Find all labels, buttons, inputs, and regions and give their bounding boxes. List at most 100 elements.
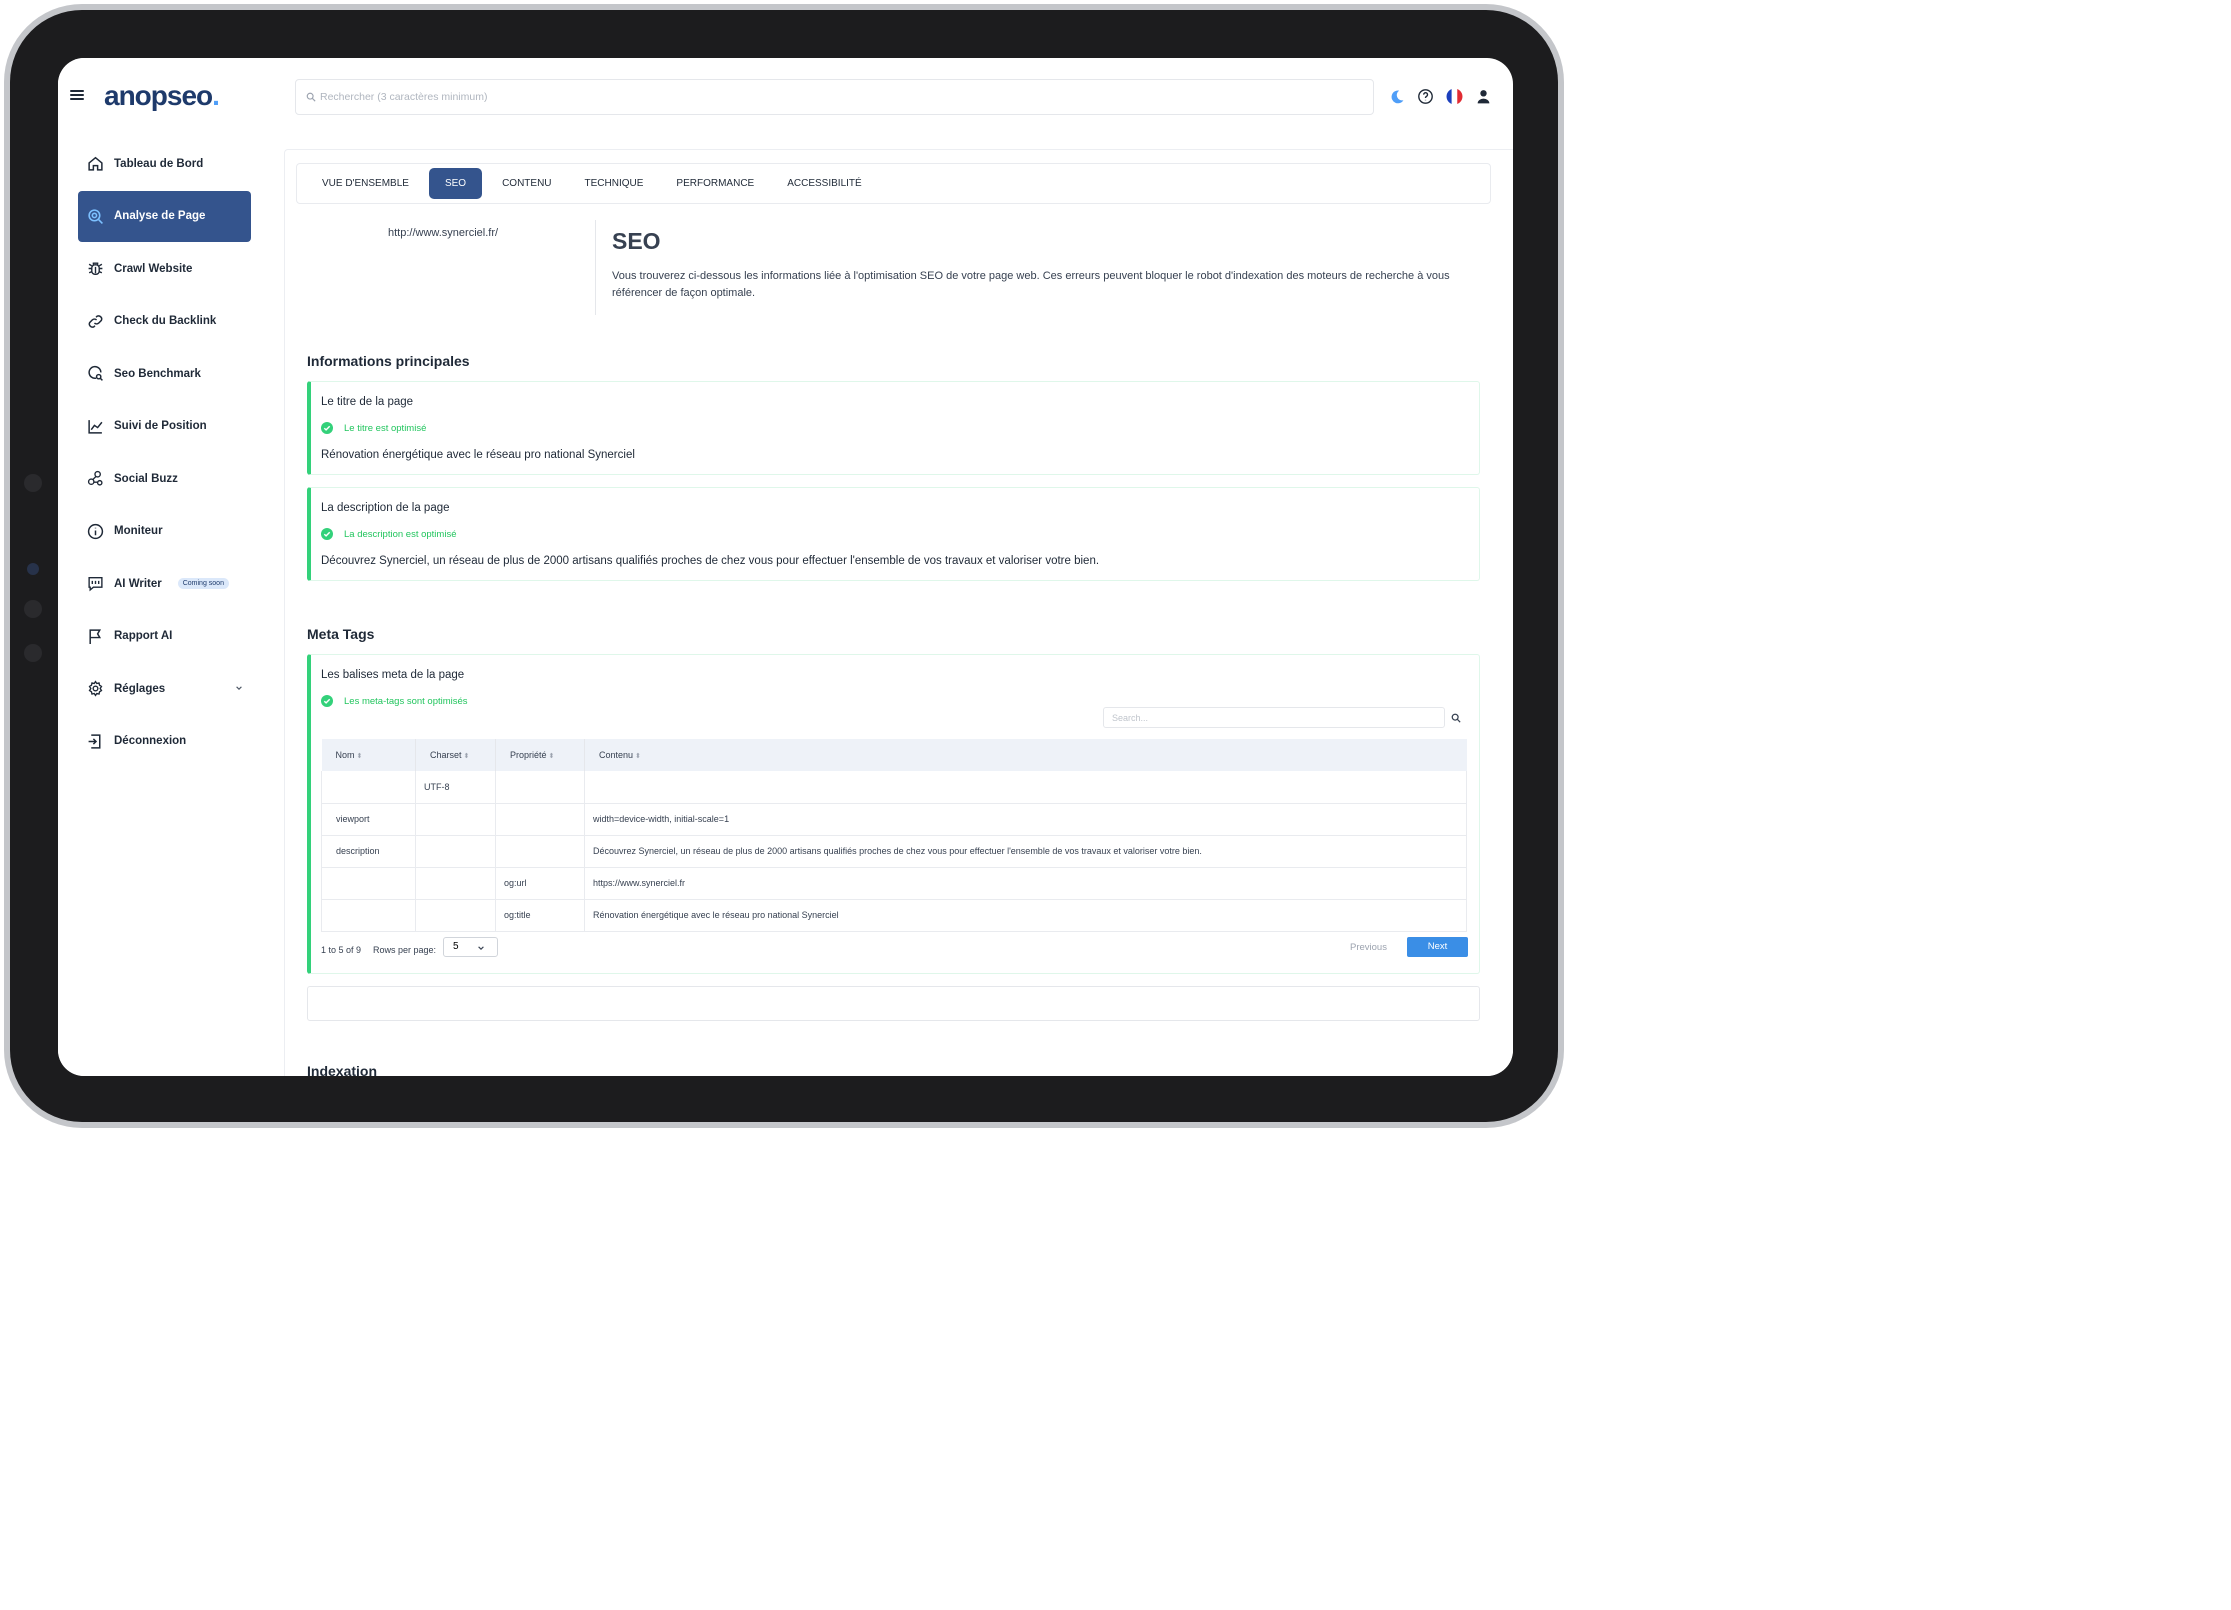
sidebar-item-moniteur[interactable]: Moniteur bbox=[78, 506, 251, 557]
search-icon bbox=[306, 92, 316, 102]
table-cell bbox=[495, 771, 585, 804]
table-cell bbox=[495, 803, 585, 836]
card-heading: Les balises meta de la page bbox=[321, 669, 465, 681]
tab-technique[interactable]: TECHNIQUE bbox=[572, 168, 657, 199]
table-cell: viewport bbox=[321, 803, 416, 836]
previous-button[interactable]: Previous bbox=[1350, 942, 1387, 953]
rows-per-page-select[interactable]: 5 bbox=[443, 937, 498, 957]
logout-icon bbox=[88, 733, 101, 749]
moon-icon[interactable] bbox=[1388, 88, 1405, 105]
chevron-down-icon bbox=[478, 946, 484, 950]
sort-icon: ⬍ bbox=[548, 753, 555, 760]
chart-line-icon bbox=[88, 419, 103, 434]
table-row: viewport width=device-width, initial-sca… bbox=[321, 803, 1467, 836]
column-header-contenu[interactable]: Contenu ⬍ bbox=[584, 739, 1467, 771]
link-icon bbox=[88, 314, 103, 328]
sort-icon: ⬍ bbox=[635, 753, 641, 760]
flag-icon bbox=[89, 628, 102, 644]
search-page-icon bbox=[88, 208, 103, 224]
flag-fr-icon[interactable] bbox=[1446, 88, 1463, 105]
card-value: Découvrez Synerciel, un réseau de plus d… bbox=[321, 555, 1100, 567]
chat-icon bbox=[88, 576, 103, 592]
table-row: UTF-8 bbox=[321, 771, 1467, 804]
rows-per-page-label: Rows per page: bbox=[373, 945, 437, 955]
benchmark-icon bbox=[88, 365, 103, 381]
camera-lens bbox=[27, 563, 39, 575]
analysis-tabs: VUE D'ENSEMBLE SEO CONTENU TECHNIQUE PER… bbox=[296, 163, 1491, 204]
brand-logo[interactable]: anopseo. bbox=[104, 80, 220, 112]
table-cell bbox=[415, 867, 496, 900]
column-header-charset[interactable]: Charset ⬍ bbox=[415, 739, 496, 771]
pagination-range: 1 to 5 of 9 bbox=[321, 945, 362, 955]
sidebar-item-check-du-backlink[interactable]: Check du Backlink bbox=[78, 296, 251, 347]
sidebar-item-reglages[interactable]: Réglages bbox=[78, 663, 251, 714]
table-cell bbox=[321, 771, 416, 804]
share-icon bbox=[87, 470, 103, 486]
camera-dot bbox=[24, 474, 42, 492]
check-circle-icon bbox=[321, 695, 333, 707]
sidebar-item-analyse-de-page[interactable]: Analyse de Page bbox=[78, 190, 251, 242]
table-cell: UTF-8 bbox=[415, 771, 496, 804]
chevron-down-icon[interactable] bbox=[235, 684, 243, 692]
tab-seo[interactable]: SEO bbox=[428, 168, 483, 199]
camera-dot bbox=[24, 644, 42, 662]
section-title-indexation: Indexation bbox=[307, 1063, 378, 1076]
home-icon bbox=[88, 156, 103, 171]
empty-card bbox=[307, 986, 1480, 1021]
tab-accessibilite[interactable]: ACCESSIBILITÉ bbox=[774, 168, 874, 199]
table-cell bbox=[415, 899, 496, 932]
user-icon[interactable] bbox=[1475, 88, 1492, 105]
table-row: description Découvrez Synerciel, un rése… bbox=[321, 835, 1467, 868]
table-cell bbox=[415, 803, 496, 836]
sort-icon: ⬍ bbox=[463, 753, 470, 760]
table-cell: og:title bbox=[495, 899, 585, 932]
card-heading: La description de la page bbox=[321, 502, 450, 514]
topbar-icons bbox=[1388, 88, 1492, 105]
divider bbox=[595, 220, 596, 315]
table-cell bbox=[415, 835, 496, 868]
title-card: Le titre de la page Le titre est optimis… bbox=[307, 381, 1480, 475]
help-icon[interactable] bbox=[1417, 88, 1434, 105]
sidebar-item-ai-writer[interactable]: AI Writer Coming soon bbox=[78, 558, 251, 609]
coming-soon-badge: Coming soon bbox=[177, 578, 229, 589]
bug-icon bbox=[88, 262, 103, 276]
global-search-input[interactable] bbox=[320, 91, 1220, 103]
sort-icon: ⬍ bbox=[356, 753, 363, 760]
sidebar-item-social-buzz[interactable]: Social Buzz bbox=[78, 453, 251, 504]
section-title-main-info: Informations principales bbox=[307, 353, 470, 369]
card-value: Rénovation énergétique avec le réseau pr… bbox=[321, 449, 635, 461]
meta-tags-table: Nom ⬍ Charset ⬍ Propriété ⬍ Contenu ⬍ UTF-8 bbox=[321, 739, 1467, 932]
table-row: og:url https://www.synerciel.fr bbox=[321, 867, 1467, 900]
page-title: SEO bbox=[612, 228, 661, 254]
check-circle-icon bbox=[321, 528, 333, 540]
sidebar-item-tableau-de-bord[interactable]: Tableau de Bord bbox=[78, 138, 251, 189]
sidebar-item-suivi-de-position[interactable]: Suivi de Position bbox=[78, 401, 251, 452]
tab-contenu[interactable]: CONTENU bbox=[489, 168, 564, 199]
table-row: og:title Rénovation énergétique avec le … bbox=[321, 899, 1467, 932]
sidebar-item-seo-benchmark[interactable]: Seo Benchmark bbox=[78, 348, 251, 399]
column-header-propriete[interactable]: Propriété ⬍ bbox=[495, 739, 585, 771]
table-cell: description bbox=[321, 835, 416, 868]
meta-tags-card: Les balises meta de la page Les meta-tag… bbox=[307, 654, 1480, 974]
section-title-meta-tags: Meta Tags bbox=[307, 626, 375, 642]
table-cell: og:url bbox=[495, 867, 585, 900]
table-cell bbox=[584, 771, 1467, 804]
next-button[interactable]: Next bbox=[1407, 937, 1468, 957]
description-card: La description de la page La description… bbox=[307, 487, 1480, 581]
column-header-nom[interactable]: Nom ⬍ bbox=[321, 739, 416, 771]
analyzed-url[interactable]: http://www.synerciel.fr/ bbox=[388, 227, 498, 239]
search-icon[interactable] bbox=[1451, 713, 1461, 723]
tab-performance[interactable]: PERFORMANCE bbox=[663, 168, 767, 199]
menu-icon[interactable] bbox=[70, 90, 84, 100]
card-heading: Le titre de la page bbox=[321, 396, 414, 408]
sidebar-item-rapport-ai[interactable]: Rapport AI bbox=[78, 611, 251, 662]
table-search-input[interactable] bbox=[1103, 707, 1445, 728]
gear-icon bbox=[88, 680, 103, 697]
status-ok: La description est optimisé bbox=[321, 528, 456, 540]
sidebar-item-crawl-website[interactable]: Crawl Website bbox=[78, 243, 251, 294]
sidebar-nav: Tableau de Bord Analyse de Page Crawl We… bbox=[78, 138, 251, 768]
sidebar-item-deconnexion[interactable]: Déconnexion bbox=[78, 716, 251, 767]
tab-vue-d-ensemble[interactable]: VUE D'ENSEMBLE bbox=[309, 168, 422, 199]
check-circle-icon bbox=[321, 422, 333, 434]
table-cell bbox=[321, 899, 416, 932]
